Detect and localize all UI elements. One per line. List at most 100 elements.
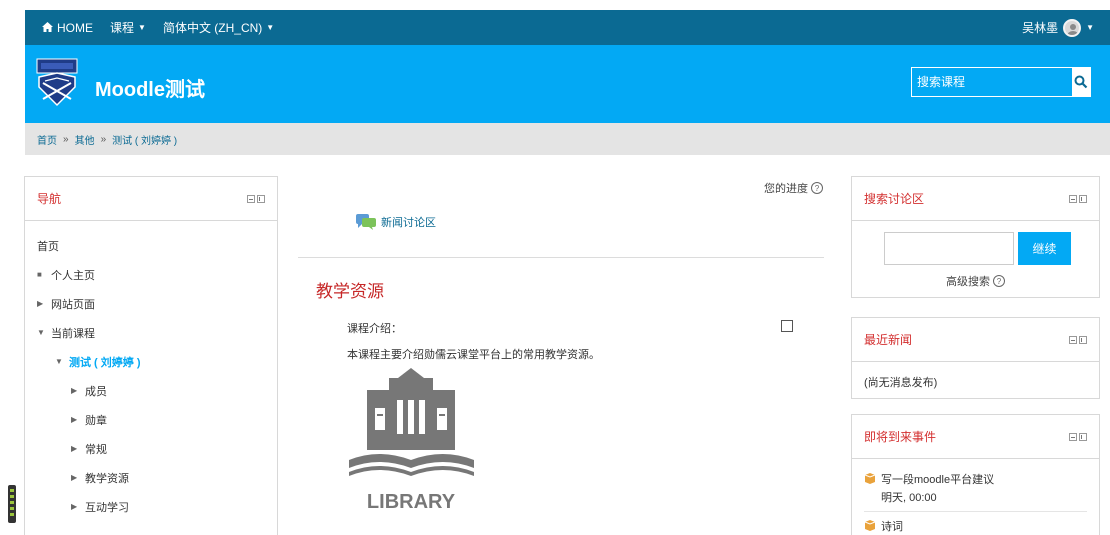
nav-item-label: 个人主页 [51,269,95,282]
side-slider-handle[interactable] [8,485,16,523]
nav-item-label: 首页 [37,240,59,253]
upcoming-events-title: 即将到来事件 [864,430,937,444]
navigation-block-header: 导航 [25,177,277,221]
event-time: 明天, 00:00 [881,492,937,504]
home-label: HOME [57,20,93,35]
dock-icon[interactable] [1079,432,1087,441]
section-divider [298,257,824,258]
course-intro-label[interactable]: 课程介绍： [347,320,402,336]
nav-item-label: 网站页面 [51,298,95,311]
nav-item-badges[interactable]: ▶ 勋章 [37,405,265,434]
breadcrumb-course[interactable]: 测试 ( 刘婷婷 ) [112,132,177,147]
nav-item-current-course[interactable]: ▼ 测试 ( 刘婷婷 ) [37,347,265,376]
completion-checkbox[interactable] [781,320,793,332]
nav-item-label: 教学资源 [85,472,129,485]
latest-news-text: (尚无消息发布) [864,377,938,389]
nav-item-dashboard[interactable]: ■ 个人主页 [37,260,265,289]
news-forum-label: 新闻讨论区 [381,217,436,229]
latest-news-title: 最近新闻 [864,333,913,347]
nav-item-label: 测试 ( 刘婷婷 ) [69,356,141,369]
forum-icon [356,214,376,230]
nav-item-interactive-learning[interactable]: ▶ 互动学习 [37,492,265,521]
dock-icon[interactable] [1079,335,1087,344]
latest-news-block: 最近新闻 (尚无消息发布) [851,317,1100,399]
language-menu[interactable]: 简体中文 (ZH_CN) ▼ [163,19,274,36]
latest-news-header: 最近新闻 [852,318,1099,362]
help-icon[interactable]: ? [811,182,823,194]
forum-search-input[interactable] [884,232,1014,265]
collapse-icon[interactable] [1069,335,1077,344]
nav-item-general[interactable]: ▶ 常规 [37,434,265,463]
breadcrumb-home[interactable]: 首页 [37,132,57,147]
expand-icon: ▶ [71,415,78,424]
collapse-arrow-icon: ▼ [55,357,63,366]
search-forums-header: 搜索讨论区 [852,177,1099,221]
course-description: 本课程主要介绍勋儒云课堂平台上的常用教学资源。 [347,349,600,361]
expand-icon: ▶ [37,299,44,308]
forum-search-button[interactable]: 继续 [1018,232,1071,265]
navigation-tree: 首页 ■ 个人主页 ▶ 网站页面 ▼ 当前课程 ▼ 测试 ( 刘婷婷 ) ▶ 成… [25,221,277,531]
nav-item-label: 勋章 [85,414,107,427]
course-search-button[interactable] [1072,68,1090,96]
breadcrumb-separator: » [100,133,107,145]
nav-item-home[interactable]: 首页 [37,231,265,260]
advanced-search-link[interactable]: 高级搜索 ? [946,273,1005,289]
progress-label: 您的进度 [764,183,808,195]
user-menu[interactable]: 吴林墨 ▼ [1022,10,1094,45]
courses-menu[interactable]: 课程 ▼ [110,19,146,36]
avatar [1063,18,1082,37]
chevron-down-icon: ▼ [138,23,146,32]
advanced-search-label: 高级搜索 [946,276,990,288]
help-icon[interactable]: ? [993,275,1005,287]
event-item[interactable]: 写一段moodle平台建议 [852,471,1099,487]
courses-label: 课程 [110,21,135,35]
collapse-icon[interactable] [247,194,255,203]
breadcrumb: 首页 » 其他 » 测试 ( 刘婷婷 ) [25,123,1110,155]
site-title[interactable]: Moodle测试 [95,73,205,102]
nav-item-current-courses[interactable]: ▼ 当前课程 [37,318,265,347]
site-header: Moodle测试 [25,45,1110,123]
upcoming-events-block: 即将到来事件 写一段moodle平台建议 明天, 00:00 诗词 [851,414,1100,535]
progress-indicator: 您的进度 ? [764,180,823,196]
university-logo[interactable] [35,57,79,107]
expand-icon: ▶ [71,386,78,395]
section-title: 教学资源 [316,282,384,301]
collapse-arrow-icon: ▼ [37,328,45,337]
event-separator [864,511,1087,512]
course-search-input[interactable] [912,68,1072,96]
nav-item-label: 成员 [85,385,107,398]
news-forum-link[interactable]: 新闻讨论区 [355,213,436,231]
chevron-down-icon: ▼ [266,23,275,32]
expand-icon: ▶ [71,473,78,482]
dock-icon[interactable] [257,194,265,203]
search-icon [1074,75,1088,89]
library-label: LIBRARY [367,491,456,513]
block-controls [1069,194,1087,203]
nav-item-participants[interactable]: ▶ 成员 [37,376,265,405]
top-navbar: HOME 课程 ▼ 简体中文 (ZH_CN) ▼ 吴林墨 ▼ [25,10,1110,45]
collapse-icon[interactable] [1069,194,1077,203]
event-name: 诗词 [881,521,903,533]
home-link[interactable]: HOME [42,21,93,35]
nav-item-site-pages[interactable]: ▶ 网站页面 [37,289,265,318]
user-name: 吴林墨 [1022,21,1059,35]
navigation-title: 导航 [37,192,62,206]
nav-item-teaching-resources[interactable]: ▶ 教学资源 [37,463,265,492]
caret-down-icon: ▼ [1086,23,1094,32]
breadcrumb-category[interactable]: 其他 [75,132,95,147]
nav-item-label: 常规 [85,443,107,456]
expand-icon: ▶ [71,444,78,453]
dock-icon[interactable] [1079,194,1087,203]
event-name: 写一段moodle平台建议 [881,474,995,486]
bullet-icon: ■ [37,270,42,279]
event-item[interactable]: 诗词 [852,518,1099,534]
block-controls [1069,335,1087,344]
nav-item-label: 互动学习 [85,501,129,514]
language-label: 简体中文 (ZH_CN) [162,21,263,35]
course-search [911,67,1091,97]
expand-icon: ▶ [71,502,78,511]
upcoming-events-header: 即将到来事件 [852,415,1099,459]
nav-item-label: 当前课程 [51,327,95,340]
event-icon [864,520,876,531]
collapse-icon[interactable] [1069,432,1077,441]
